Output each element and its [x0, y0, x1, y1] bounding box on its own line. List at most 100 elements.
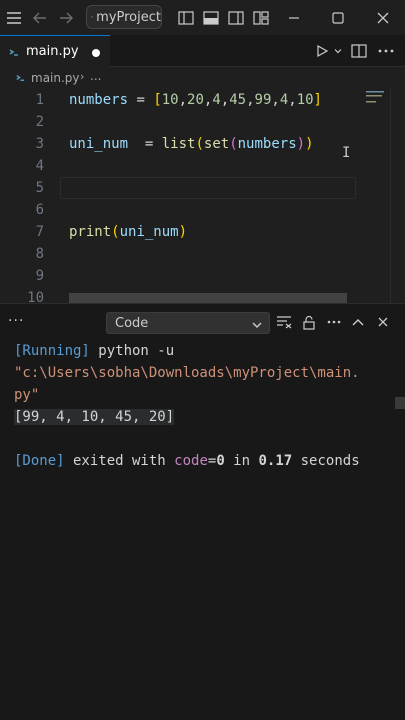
output-token: [Running]	[14, 343, 90, 359]
output-token: code	[174, 453, 208, 469]
code-token: 99	[254, 92, 272, 108]
toggle-panel-icon[interactable]	[201, 8, 221, 28]
line-number: 3	[35, 136, 44, 152]
more-actions-icon[interactable]	[376, 41, 396, 61]
code-token: ,	[220, 92, 230, 108]
unsaved-dot-icon[interactable]	[92, 49, 100, 57]
lock-icon[interactable]	[301, 314, 317, 330]
code-token: 4	[212, 92, 221, 108]
code-token: 45	[229, 92, 247, 108]
customize-layout-icon[interactable]	[251, 8, 271, 28]
output-token: 0	[216, 453, 225, 469]
output-token: python -u	[89, 343, 175, 359]
code-line[interactable]: 6	[0, 199, 360, 221]
code-token: )	[178, 224, 188, 240]
code-editor[interactable]: 1 numbers = [10,20,4,45,99,4,10] 2 3 uni_num…	[0, 89, 405, 303]
panel-more-icon[interactable]: ···	[8, 313, 24, 329]
line-number: 6	[35, 202, 44, 218]
breadcrumb: main.py › ...	[0, 67, 405, 89]
horizontal-scrollbar[interactable]	[69, 293, 347, 303]
code-line[interactable]: 7 print(uni_num)	[0, 221, 360, 243]
code-line[interactable]: 9	[0, 265, 360, 287]
menu-icon[interactable]	[4, 8, 24, 28]
line-number: 7	[35, 224, 44, 240]
toggle-sidebar-icon[interactable]	[176, 8, 196, 28]
close-panel-icon[interactable]	[375, 314, 391, 330]
maximize-panel-icon[interactable]	[350, 314, 366, 330]
code-line[interactable]: 1 numbers = [10,20,4,45,99,4,10]	[0, 89, 360, 111]
code-token: (	[111, 224, 120, 240]
code-line[interactable]: 5	[0, 177, 360, 199]
code-token: uni_num	[119, 224, 179, 240]
code-text: uni_num = list(set(numbers))	[69, 133, 314, 155]
output-token: seconds	[292, 453, 360, 469]
output-token: [99, 4, 10, 45, 20]	[14, 409, 175, 425]
line-number: 1	[35, 92, 44, 108]
code-token: ]	[313, 92, 322, 108]
output-panel: ··· Code [Running] python -u "c:\Users\so…	[0, 303, 405, 720]
code-token: 20	[187, 92, 204, 108]
code-token: 4	[279, 92, 289, 108]
forward-arrow-icon[interactable]	[56, 8, 76, 28]
output-line: [Done] exited with code=0 in 0.17 second…	[14, 450, 394, 472]
output-channel-label: Code	[115, 316, 149, 331]
breadcrumb-file[interactable]: main.py	[31, 71, 80, 85]
line-number: 4	[35, 158, 44, 174]
minimize-icon[interactable]	[284, 8, 304, 28]
code-line[interactable]: 8	[0, 243, 360, 265]
output-line: py"	[14, 384, 394, 406]
output-line: [Running] python -u	[14, 340, 394, 362]
code-line[interactable]: 4	[0, 155, 360, 177]
python-file-icon	[16, 75, 25, 81]
line-number: 9	[35, 268, 44, 284]
output-line: [99, 4, 10, 45, 20]	[14, 406, 394, 428]
output-line: "c:\Users\sobha\Downloads\myProject\main…	[14, 362, 394, 384]
close-window-icon[interactable]	[373, 8, 393, 28]
tab-label: main.py	[26, 44, 79, 59]
code-token: uni_num	[69, 136, 129, 152]
code-token: (	[195, 136, 204, 152]
back-arrow-icon[interactable]	[30, 8, 50, 28]
clear-output-icon[interactable]	[276, 314, 292, 330]
breadcrumb-separator-icon: ›	[80, 70, 85, 83]
output-text: [Running] python -u "c:\Users\sobha\Downl…	[14, 340, 394, 472]
code-token: 10	[161, 92, 179, 108]
code-line[interactable]: 2	[0, 111, 360, 133]
tab-bar: main.py	[0, 35, 405, 67]
line-number: 5	[35, 180, 44, 196]
code-text: print(uni_num)	[69, 221, 187, 243]
code-token: ,	[178, 92, 188, 108]
line-number: 10	[27, 290, 44, 303]
python-file-icon	[9, 49, 18, 56]
code-token: set	[203, 136, 230, 152]
output-channel-select[interactable]: Code	[106, 312, 270, 334]
breadcrumb-more[interactable]: ...	[90, 69, 101, 83]
line-number: 2	[35, 114, 44, 130]
line-number: 8	[35, 246, 44, 262]
tab-main-py[interactable]: main.py	[0, 35, 110, 67]
minimap[interactable]	[362, 89, 388, 303]
run-options-chevron-icon[interactable]	[328, 41, 348, 61]
code-token: (	[229, 136, 238, 152]
code-token: )	[305, 136, 314, 152]
output-token: in	[224, 453, 259, 469]
code-line[interactable]: 3 uni_num = list(set(numbers))	[0, 133, 360, 155]
output-token: 0.17	[258, 453, 293, 469]
toggle-secondary-sidebar-icon[interactable]	[226, 8, 246, 28]
code-token: ,	[246, 92, 255, 108]
ellipsis-icon[interactable]	[326, 314, 342, 330]
code-token: ,	[288, 92, 297, 108]
code-token: [	[153, 92, 162, 108]
vertical-scrollbar[interactable]	[390, 89, 402, 303]
split-editor-icon[interactable]	[349, 41, 369, 61]
code-token: 10	[296, 92, 314, 108]
maximize-icon[interactable]	[328, 8, 348, 28]
search-box[interactable]: myProject	[86, 5, 162, 29]
search-text: myProject	[96, 9, 161, 25]
code-token: =	[128, 136, 162, 152]
code-token: numbers	[69, 92, 129, 108]
code-token: )	[296, 136, 306, 152]
output-token: py"	[14, 387, 40, 403]
output-scrollbar[interactable]	[395, 397, 405, 409]
